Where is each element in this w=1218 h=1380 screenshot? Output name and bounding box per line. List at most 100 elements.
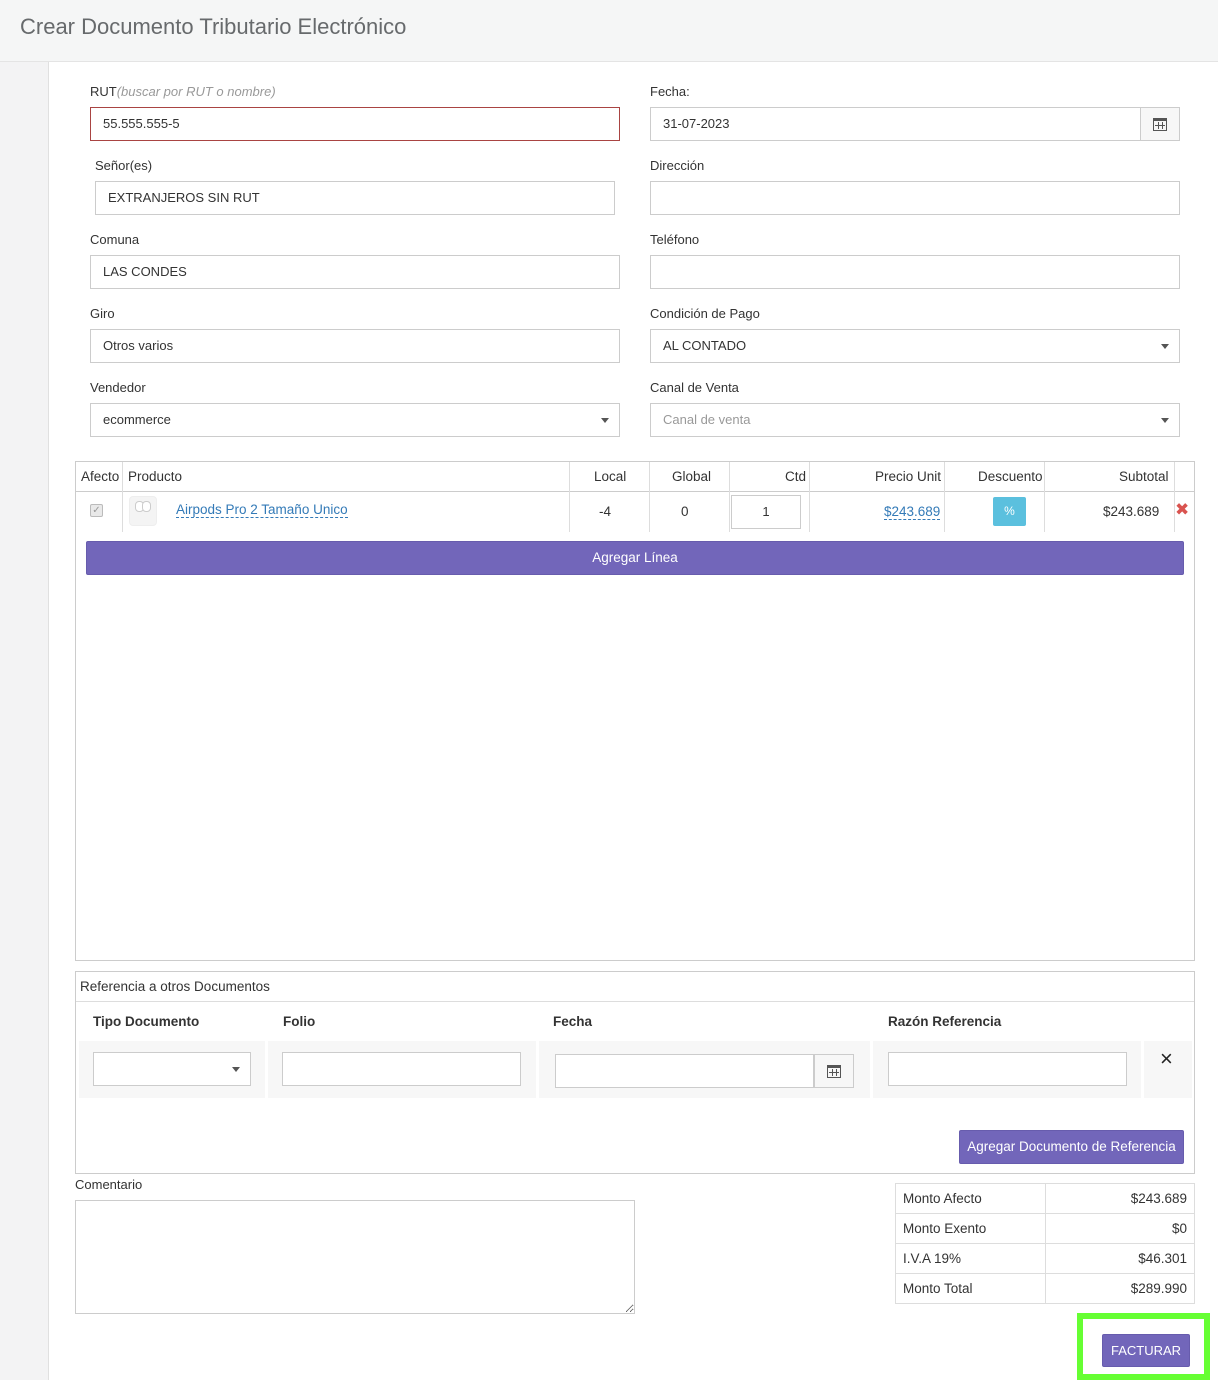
- references-title: Referencia a otros Documentos: [76, 972, 1194, 1002]
- rut-label-text: RUT: [90, 84, 117, 99]
- references-panel: Referencia a otros Documentos Tipo Docum…: [75, 971, 1195, 1174]
- ref-col-razon: Razón Referencia: [888, 1014, 1002, 1029]
- product-subtotal: $243.689: [1103, 504, 1160, 519]
- fecha-value: 31-07-2023: [663, 116, 730, 131]
- giro-value: Otros varios: [103, 338, 174, 353]
- col-global: Global: [672, 469, 712, 484]
- quantity-input[interactable]: 1: [731, 495, 801, 529]
- products-panel: Afecto Producto Local Global Ctd Precio …: [75, 461, 1195, 961]
- rut-label: RUT(buscar por RUT o nombre): [90, 84, 276, 99]
- total-label: I.V.A 19%: [895, 1243, 1046, 1274]
- product-local: -4: [599, 504, 612, 519]
- chevron-down-icon: [601, 418, 609, 423]
- calendar-icon: [827, 1064, 841, 1078]
- column-divider: [122, 462, 123, 532]
- product-global: 0: [681, 504, 689, 519]
- vendedor-value: ecommerce: [103, 412, 171, 427]
- chevron-down-icon: [232, 1067, 240, 1072]
- add-line-label: Agregar Línea: [592, 550, 678, 565]
- rut-input[interactable]: 55.555.555-5: [90, 107, 620, 141]
- direccion-input[interactable]: [650, 181, 1180, 215]
- total-row: Monto Total $289.990: [895, 1273, 1195, 1304]
- comuna-value: LAS CONDES: [103, 264, 187, 279]
- comuna-input[interactable]: LAS CONDES: [90, 255, 620, 289]
- quantity-value: 1: [762, 504, 770, 519]
- page-title: Crear Documento Tributario Electrónico: [20, 14, 407, 39]
- total-row: I.V.A 19% $46.301: [895, 1243, 1195, 1274]
- total-value: $289.990: [1045, 1273, 1195, 1304]
- col-afecto: Afecto: [81, 469, 120, 484]
- unit-price-link[interactable]: $243.689: [884, 504, 941, 520]
- column-divider: [1044, 462, 1045, 532]
- close-icon[interactable]: ×: [1160, 1046, 1173, 1072]
- facturar-label: FACTURAR: [1110, 1343, 1182, 1358]
- total-label: Monto Afecto: [895, 1183, 1046, 1214]
- giro-label: Giro: [90, 306, 115, 321]
- condicion-select[interactable]: AL CONTADO: [650, 329, 1180, 363]
- col-precio: Precio Unit: [875, 469, 942, 484]
- total-value: $0: [1045, 1213, 1195, 1244]
- total-value: $46.301: [1045, 1243, 1195, 1274]
- senores-label: Señor(es): [95, 158, 153, 173]
- column-divider: [729, 462, 730, 532]
- total-label: Monto Exento: [895, 1213, 1046, 1244]
- total-row: Monto Afecto $243.689: [895, 1183, 1195, 1214]
- ref-col-tipo: Tipo Documento: [93, 1014, 200, 1029]
- product-link[interactable]: Airpods Pro 2 Tamaño Unico: [176, 502, 348, 518]
- condicion-label: Condición de Pago: [650, 306, 760, 321]
- remove-row-icon[interactable]: ✖: [1175, 500, 1189, 520]
- col-descuento: Descuento: [978, 469, 1043, 484]
- vendedor-label: Vendedor: [90, 380, 146, 395]
- add-line-button[interactable]: Agregar Línea: [86, 541, 1184, 575]
- telefono-label: Teléfono: [650, 232, 700, 247]
- giro-input[interactable]: Otros varios: [90, 329, 620, 363]
- airpods-thumbnail: [129, 496, 157, 526]
- senores-input[interactable]: EXTRANJEROS SIN RUT: [95, 181, 615, 215]
- canal-select[interactable]: Canal de venta: [650, 403, 1180, 437]
- col-producto: Producto: [128, 469, 183, 484]
- discount-label: %: [1004, 504, 1015, 518]
- column-divider: [1174, 462, 1175, 532]
- col-local: Local: [594, 469, 627, 484]
- canal-placeholder: Canal de venta: [663, 412, 751, 427]
- products-table-header: Afecto Producto Local Global Ctd Precio …: [76, 462, 1194, 492]
- telefono-input[interactable]: [650, 255, 1180, 289]
- ref-col-fecha: Fecha: [553, 1014, 593, 1029]
- column-divider: [569, 462, 570, 532]
- canal-label: Canal de Venta: [650, 380, 739, 395]
- rut-hint: (buscar por RUT o nombre): [116, 84, 276, 99]
- vendedor-select[interactable]: ecommerce: [90, 403, 620, 437]
- facturar-button[interactable]: FACTURAR: [1102, 1334, 1190, 1367]
- comuna-label: Comuna: [90, 232, 140, 247]
- left-sidebar: [0, 62, 49, 1380]
- chevron-down-icon: [1161, 344, 1169, 349]
- comment-textarea[interactable]: [75, 1200, 635, 1314]
- total-value: $243.689: [1045, 1183, 1195, 1214]
- chevron-down-icon: [1161, 418, 1169, 423]
- ref-folio-input[interactable]: [282, 1052, 521, 1086]
- total-row: Monto Exento $0: [895, 1213, 1195, 1244]
- comment-label: Comentario: [75, 1177, 143, 1192]
- col-ctd: Ctd: [785, 469, 807, 484]
- fecha-label: Fecha:: [650, 84, 690, 99]
- senores-value: EXTRANJEROS SIN RUT: [108, 190, 260, 205]
- column-divider: [649, 462, 650, 532]
- total-label: Monto Total: [895, 1273, 1046, 1304]
- ref-fecha-input[interactable]: [555, 1054, 814, 1088]
- page-header: Crear Documento Tributario Electrónico: [0, 0, 1218, 62]
- col-subtotal: Subtotal: [1119, 469, 1169, 484]
- ref-tipo-select[interactable]: [93, 1052, 251, 1086]
- fecha-input[interactable]: 31-07-2023: [650, 107, 1141, 141]
- ref-date-picker-button[interactable]: [814, 1054, 854, 1088]
- date-picker-button[interactable]: [1140, 107, 1180, 141]
- afecto-checkbox[interactable]: ✓: [90, 504, 103, 517]
- ref-razon-input[interactable]: [888, 1052, 1127, 1086]
- totals-table: Monto Afecto $243.689 Monto Exento $0 I.…: [895, 1183, 1195, 1304]
- discount-button[interactable]: %: [993, 497, 1026, 526]
- ref-col-folio: Folio: [283, 1014, 316, 1029]
- calendar-icon: [1153, 117, 1167, 131]
- add-reference-button[interactable]: Agregar Documento de Referencia: [959, 1130, 1184, 1164]
- direccion-label: Dirección: [650, 158, 705, 173]
- column-divider: [944, 462, 945, 532]
- add-reference-label: Agregar Documento de Referencia: [967, 1139, 1176, 1154]
